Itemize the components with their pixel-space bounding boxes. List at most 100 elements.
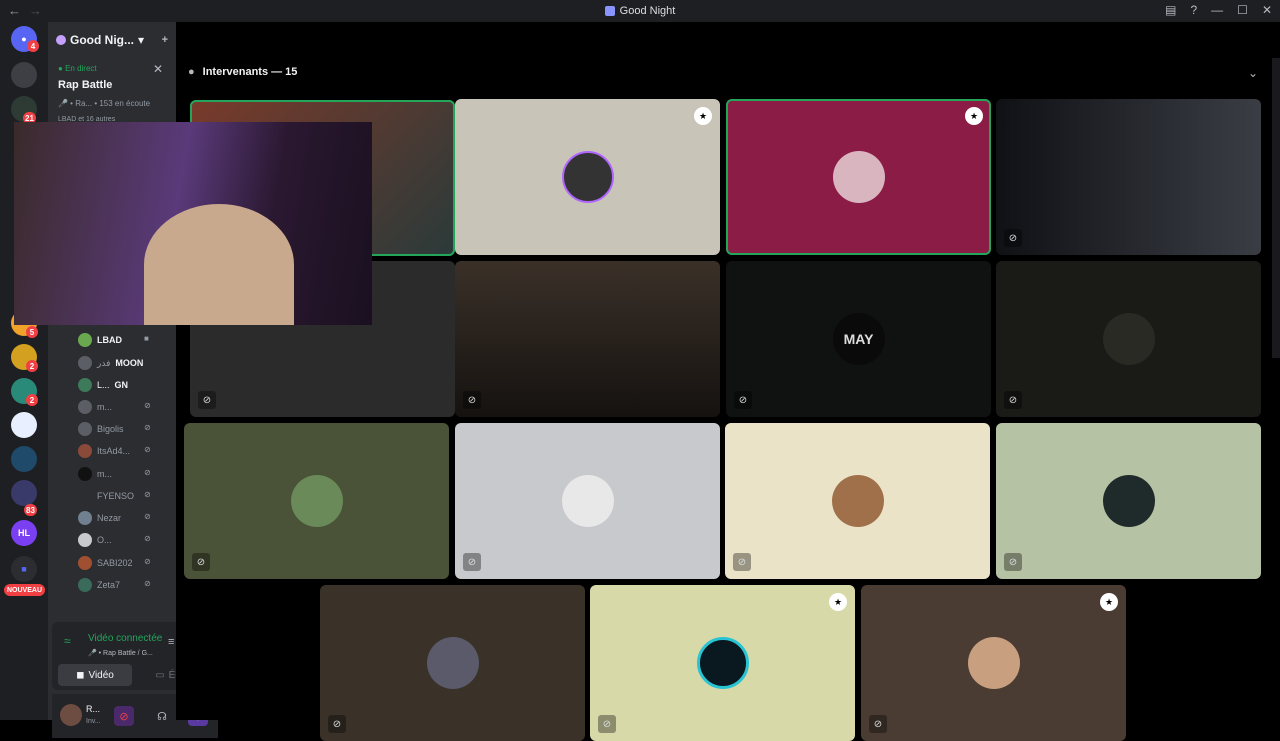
muted-icon: ⊘: [144, 490, 151, 499]
tile-12[interactable]: ⊘: [996, 423, 1261, 579]
member-item[interactable]: LBAD ■: [78, 332, 168, 348]
avatar: [78, 378, 92, 392]
muted-icon: ⊘: [198, 391, 216, 409]
live-event-subtitle: 🎤 • Ra... • 153 en écoute: [58, 99, 151, 108]
video-off-icon: ◼: [76, 669, 85, 681]
member-item[interactable]: m... ⊘: [78, 399, 168, 415]
avatar: [78, 333, 92, 347]
tile-6[interactable]: ⊘: [455, 261, 720, 417]
muted-icon: ⊘: [598, 715, 616, 733]
avatar: [78, 489, 92, 503]
avatar: [78, 578, 92, 592]
avatar: [696, 637, 749, 689]
forward-arrow-icon[interactable]: →: [29, 3, 42, 18]
member-item[interactable]: Nezar ⊘: [78, 510, 168, 526]
tile-13[interactable]: ⊘: [320, 585, 585, 741]
avatar: [561, 151, 614, 203]
close-button[interactable]: ✕: [1262, 3, 1272, 17]
help-icon[interactable]: ?: [1190, 3, 1197, 17]
member-item[interactable]: ItsAd4... ⊘: [78, 443, 168, 459]
server-icon: [604, 6, 615, 16]
tile-9[interactable]: ⊘: [184, 423, 449, 579]
muted-icon: ⊘: [144, 401, 151, 410]
scrollbar[interactable]: [1272, 58, 1280, 358]
avatar[interactable]: [60, 704, 82, 726]
member-item[interactable]: m... ⊘: [78, 466, 168, 482]
headphones-icon: ☊: [157, 710, 167, 723]
muted-icon: ⊘: [1004, 553, 1022, 571]
mute-button[interactable]: ⊘: [114, 706, 134, 726]
member-item[interactable]: فدر MOON: [78, 355, 168, 371]
moderator-icon: ★: [1100, 593, 1118, 611]
tile-8[interactable]: ⊘: [996, 261, 1261, 417]
muted-icon: ⊘: [144, 423, 151, 432]
deafen-button[interactable]: ☊: [152, 706, 172, 726]
muted-icon: ⊘: [144, 468, 151, 477]
live-event-title[interactable]: Rap Battle: [58, 79, 112, 91]
window-title: Good Night: [604, 5, 675, 17]
guild-icon[interactable]: [11, 412, 37, 438]
add-member-icon[interactable]: +: [162, 34, 168, 46]
member-item[interactable]: SABI202 ⊘: [78, 555, 168, 571]
muted-icon: ⊘: [144, 445, 151, 454]
notification-badge: 4: [27, 40, 39, 52]
avatar: MAY: [832, 313, 885, 365]
avatar: [967, 637, 1020, 689]
tile-15[interactable]: ★ ⊘: [861, 585, 1126, 741]
nav-arrows: ← →: [8, 3, 42, 18]
picture-in-picture-video[interactable]: [14, 122, 372, 325]
guild-icon[interactable]: [11, 446, 37, 472]
member-item[interactable]: Bigolis ⊘: [78, 421, 168, 437]
minimize-button[interactable]: —: [1211, 3, 1223, 17]
maximize-button[interactable]: ☐: [1237, 3, 1248, 17]
tile-4[interactable]: ⊘: [996, 99, 1261, 255]
muted-icon: ⊘: [1004, 229, 1022, 247]
avatar: [78, 422, 92, 436]
muted-icon: ⊘: [463, 391, 481, 409]
video-button[interactable]: ◼ Vidéo: [58, 664, 132, 686]
window-controls: ▤ ? — ☐ ✕: [1165, 3, 1272, 17]
member-item[interactable]: L... GN: [78, 377, 168, 393]
member-item[interactable]: FYENSO ⊘: [78, 488, 168, 504]
avatar: [1102, 313, 1155, 365]
tile-11[interactable]: ⊘: [725, 423, 990, 579]
close-icon[interactable]: ✕: [153, 62, 163, 76]
member-item[interactable]: O... ⊘: [78, 532, 168, 548]
avatar: [78, 511, 92, 525]
title-bar: ← → Good Night ▤ ? — ☐ ✕: [0, 0, 1280, 22]
sound-icon[interactable]: ≡: [168, 636, 174, 648]
server-header[interactable]: Good Nig... ▾ +: [48, 22, 176, 58]
moderator-icon: ★: [965, 107, 983, 125]
tile-10[interactable]: ⊘: [455, 423, 720, 579]
avatar: [78, 356, 92, 370]
avatar: [426, 637, 479, 689]
dm-avatar[interactable]: [11, 62, 37, 88]
mic-off-icon: ⊘: [119, 710, 129, 723]
chevron-down-icon[interactable]: ⌄: [1248, 66, 1258, 80]
tile-2[interactable]: ★: [455, 99, 720, 255]
member-item[interactable]: Zeta7 ⊘: [78, 577, 168, 593]
back-arrow-icon[interactable]: ←: [8, 3, 21, 18]
avatar: [78, 533, 92, 547]
live-status: ● En direct: [58, 64, 97, 73]
guild-icon[interactable]: HL: [11, 520, 37, 546]
tile-7[interactable]: MAY ⊘: [726, 261, 991, 417]
folder-icon[interactable]: ■: [11, 556, 37, 582]
avatar: [78, 556, 92, 570]
avatar: [78, 444, 92, 458]
avatar: [832, 151, 885, 203]
user-status: Inv...: [86, 718, 101, 725]
moderator-icon: ★: [694, 107, 712, 125]
muted-icon: ⊘: [733, 553, 751, 571]
voice-channel[interactable]: 🎤 • Rap Battle / G...: [88, 649, 153, 657]
guild-folder-icon[interactable]: [11, 480, 37, 506]
muted-icon: ⊘: [328, 715, 346, 733]
inbox-icon[interactable]: ▤: [1165, 3, 1176, 17]
avatar: [831, 475, 884, 527]
avatar: [78, 400, 92, 414]
tile-14[interactable]: ★ ⊘: [590, 585, 855, 741]
screen-icon: ▭: [155, 669, 165, 681]
tile-3[interactable]: ★: [726, 99, 991, 255]
pip-person: [144, 204, 294, 325]
avatar: [561, 475, 614, 527]
